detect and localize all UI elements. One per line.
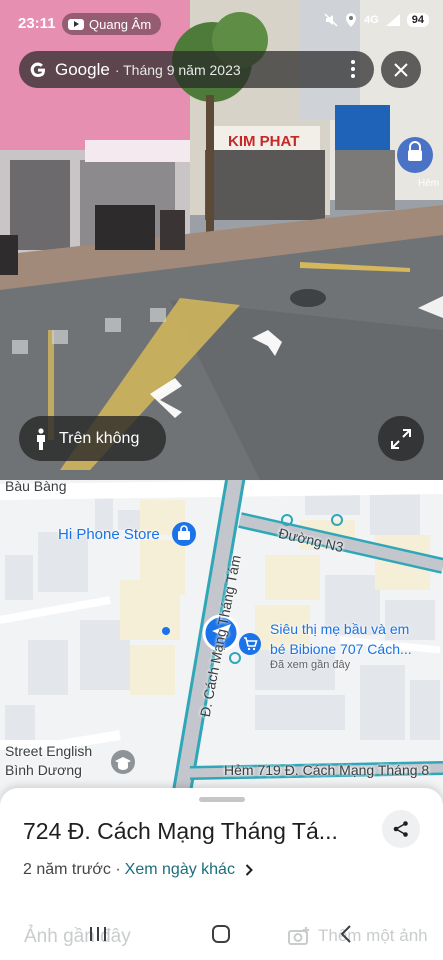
other-dates-link[interactable]: Xem ngày khác <box>125 861 235 879</box>
place-title: 724 Đ. Cách Mạng Tháng Tá... <box>23 818 338 844</box>
youtube-notification: Quang Âm <box>62 13 162 35</box>
person-icon <box>37 427 45 450</box>
status-bar: 23:11 Quang Âm 4G 94 <box>0 0 443 44</box>
poi-street-english[interactable]: Street English Bình Dương <box>5 742 92 780</box>
poi-street-english-line2: Bình Dương <box>5 762 82 778</box>
poi-hi-phone-store[interactable]: Hi Phone Store <box>58 526 160 543</box>
recent-apps-button[interactable] <box>78 920 118 948</box>
expand-icon <box>391 428 411 449</box>
signal-icon <box>385 14 400 26</box>
google-logo-icon <box>30 62 45 77</box>
poi-recently-viewed: Đã xem gần đây <box>270 659 351 671</box>
svg-text:KIM PHAT: KIM PHAT <box>228 133 299 150</box>
poi-street-english-line1: Street English <box>5 743 93 759</box>
google-brand-label: Google <box>55 59 110 79</box>
more-vert-icon[interactable] <box>341 57 365 81</box>
home-button[interactable] <box>201 920 241 948</box>
road-label-bau-bang: Bàu Bàng <box>5 480 67 494</box>
aerial-view-label: Trên không <box>59 429 140 447</box>
system-nav-bar <box>0 908 443 960</box>
capture-date: · Tháng 9 năm 2023 <box>114 61 241 78</box>
mute-icon <box>324 13 338 27</box>
youtube-icon <box>68 18 84 30</box>
status-icons: 4G 94 <box>324 13 429 27</box>
street-view-panel[interactable]: KIM PHAT 23:11 Quang Âm 4G 94 Google · T… <box>0 0 443 480</box>
location-icon <box>346 13 357 27</box>
chevron-right-icon[interactable] <box>245 864 253 876</box>
network-label: 4G <box>364 14 379 26</box>
drag-handle[interactable] <box>199 797 245 802</box>
capture-info-row: 2 năm trước · Xem ngày khác <box>23 861 253 879</box>
map-view[interactable]: Bàu Bàng Hi Phone Store Đường N3 Đ. Cách… <box>0 480 443 810</box>
battery-level: 94 <box>406 13 429 27</box>
capture-time-ago: 2 năm trước · <box>23 861 121 878</box>
close-button[interactable] <box>381 51 421 88</box>
share-icon <box>393 821 408 837</box>
share-button[interactable] <box>382 810 420 848</box>
home-icon <box>212 925 230 943</box>
back-icon <box>340 925 351 943</box>
back-button[interactable] <box>326 920 366 948</box>
poi-sieu-thi-line2: bé Bibione 707 Cách... <box>270 641 412 657</box>
close-icon <box>394 62 408 77</box>
nav-pin-label: Hẻm <box>418 178 440 189</box>
recent-apps-icon <box>90 927 106 941</box>
expand-button[interactable] <box>378 416 424 461</box>
status-time: 23:11 <box>18 15 56 32</box>
poi-sieu-thi-line1: Siêu thị mẹ bầu và em <box>270 621 410 637</box>
street-view-info-pill[interactable]: Google · Tháng 9 năm 2023 <box>19 51 374 88</box>
youtube-label: Quang Âm <box>89 16 152 32</box>
poi-sieu-thi-bibione[interactable]: Siêu thị mẹ bầu và em bé Bibione 707 Các… <box>270 619 412 671</box>
road-label-hem-719: Hẻm 719 Đ. Cách Mạng Tháng 8 <box>224 762 430 778</box>
aerial-view-button[interactable]: Trên không <box>19 416 166 461</box>
